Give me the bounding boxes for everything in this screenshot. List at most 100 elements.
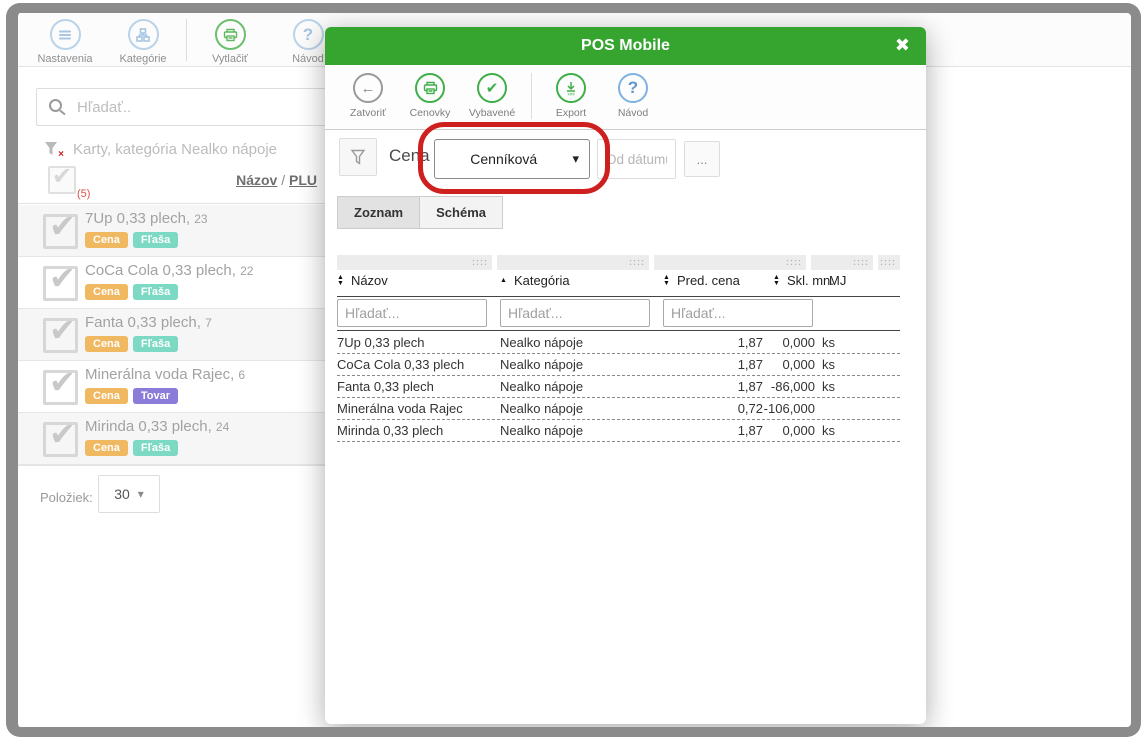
item-checkbox[interactable]: ✔ (43, 422, 78, 457)
modal-tool-done[interactable]: ✔ Vybavené (461, 73, 523, 119)
product-list: ✔ 7Up 0,33 plech, 23 Cena Fľaša (18, 205, 344, 465)
column-header-kategoria[interactable]: ▲ Kategória (500, 273, 570, 288)
sort-by-name-link[interactable]: Názov (236, 172, 277, 188)
item-checkbox[interactable]: ✔ (43, 318, 78, 353)
column-header-nazov[interactable]: ▲▼ Názov (337, 273, 388, 288)
toolbar-item-print[interactable]: Vytlačiť (191, 19, 269, 65)
table-row[interactable]: Mirinda 0,33 plech Nealko nápoje 1,87 0,… (337, 420, 900, 442)
modal-tabs: Zoznam Schéma (337, 196, 503, 229)
cell-stock: 0,000 (750, 357, 815, 372)
price-type-select[interactable]: Cenníková ▾ (434, 139, 590, 179)
filter-kategoria-input[interactable] (500, 299, 650, 327)
item-checkbox[interactable]: ✔ (43, 266, 78, 301)
page-size-select[interactable]: 30 ▾ (98, 475, 160, 513)
search-icon (47, 97, 67, 117)
item-name: 7Up 0,33 plech, (85, 210, 190, 227)
export-xml-icon: xml (556, 73, 586, 103)
printer-icon (415, 73, 445, 103)
toolbar-separator (186, 19, 187, 61)
column-resizer[interactable]: :::: (337, 255, 492, 270)
sort-icon[interactable]: ▲▼ (663, 275, 670, 287)
cell-unit: ks (822, 335, 835, 350)
price-filter-label: Cena (389, 146, 430, 166)
item-badge: Fľaša (133, 336, 178, 352)
item-plu: 6 (238, 368, 245, 382)
column-header-skl-mn[interactable]: ▲▼ Skl. mn. (773, 273, 834, 288)
cell-stock: 0,000 (750, 335, 815, 350)
column-header-pred-cena[interactable]: ▲▼ Pred. cena (663, 273, 740, 288)
funnel-filter-button[interactable] (339, 138, 377, 176)
cell-name: Minerálna voda Rajec (337, 401, 463, 416)
list-item[interactable]: ✔ Minerálna voda Rajec, 6 Cena Tovar (18, 361, 344, 413)
search-input[interactable] (75, 98, 305, 117)
toolbar-item-settings[interactable]: Nastavenia (26, 19, 104, 65)
item-badge: Fľaša (133, 284, 178, 300)
table-row[interactable]: CoCa Cola 0,33 plech Nealko nápoje 1,87 … (337, 354, 900, 376)
list-item[interactable]: ✔ 7Up 0,33 plech, 23 Cena Fľaša (18, 205, 344, 257)
toolbar-item-label: Kategórie (119, 53, 166, 65)
sort-icon[interactable]: ▲▼ (773, 275, 780, 287)
list-item[interactable]: ✔ Fanta 0,33 plech, 7 Cena Fľaša (18, 309, 344, 361)
cell-stock: 0,000 (750, 423, 815, 438)
tab-zoznam[interactable]: Zoznam (337, 196, 420, 229)
toolbar-item-label: Návod (292, 53, 324, 65)
modal-tool-close[interactable]: ← Zatvoriť (337, 73, 399, 119)
item-name: Fanta 0,33 plech, (85, 314, 201, 331)
cell-category: Nealko nápoje (500, 379, 583, 394)
list-item[interactable]: ✔ CoCa Cola 0,33 plech, 22 Cena Fľaša (18, 257, 344, 309)
column-resizer[interactable]: :::: (811, 255, 873, 270)
drag-handle-icon: :::: (629, 259, 645, 266)
screenshot-canvas: Nastavenia Kategórie Vytlačiť ? Návod (0, 0, 1146, 748)
sort-links: Názov / PLU (236, 172, 317, 188)
cell-price: 0,72 (663, 401, 763, 416)
cell-unit: ks (822, 357, 835, 372)
column-drag-strip: :::: :::: :::: :::: :::: (337, 255, 900, 270)
cell-name: 7Up 0,33 plech (337, 335, 424, 350)
item-checkbox[interactable]: ✔ (43, 214, 78, 249)
table-row[interactable]: 7Up 0,33 plech Nealko nápoje 1,87 0,000 … (337, 332, 900, 354)
item-checkbox[interactable]: ✔ (43, 370, 78, 405)
table-row[interactable]: Minerálna voda Rajec Nealko nápoje 0,72 … (337, 398, 900, 420)
toolbar-item-categories[interactable]: Kategórie (104, 19, 182, 65)
help-icon: ? (618, 73, 648, 103)
list-item[interactable]: ✔ Mirinda 0,33 plech, 24 Cena Fľaša (18, 413, 344, 465)
cell-price: 1,87 (663, 357, 763, 372)
sort-by-plu-link[interactable]: PLU (289, 172, 317, 188)
toolbar-separator (531, 73, 532, 119)
select-all-row: ✔ (5) Názov / PLU (18, 164, 344, 204)
pos-mobile-modal: POS Mobile ✖ ← Zatvoriť Cenovky ✔ Vybave… (325, 27, 926, 724)
cell-category: Nealko nápoje (500, 357, 583, 372)
cell-unit: ks (822, 423, 835, 438)
filter-clear-icon[interactable]: × (43, 140, 61, 158)
date-from-input[interactable] (597, 139, 676, 179)
select-all-checkbox[interactable]: ✔ (48, 166, 76, 194)
table-filter-row (337, 299, 900, 331)
sort-icon[interactable]: ▲▼ (337, 275, 344, 287)
close-icon[interactable]: ✖ (895, 35, 910, 55)
sidebar-search[interactable] (36, 88, 344, 126)
tab-schema[interactable]: Schéma (420, 196, 503, 229)
more-options-button[interactable]: ... (684, 141, 720, 177)
item-badge: Tovar (133, 388, 178, 404)
filter-cena-input[interactable] (663, 299, 813, 327)
check-icon: ✔ (477, 73, 507, 103)
filter-nazov-input[interactable] (337, 299, 487, 327)
column-resizer[interactable]: :::: (878, 255, 900, 270)
app-page: Nastavenia Kategórie Vytlačiť ? Návod (18, 13, 1131, 727)
modal-tool-help[interactable]: ? Návod (602, 73, 664, 119)
column-resizer[interactable]: :::: (497, 255, 649, 270)
modal-tool-export[interactable]: xml Export (540, 73, 602, 119)
help-icon: ? (293, 19, 324, 50)
toolbar-item-label: Nastavenia (37, 53, 92, 65)
table-row[interactable]: Fanta 0,33 plech Nealko nápoje 1,87 -86,… (337, 376, 900, 398)
column-resizer[interactable]: :::: (654, 255, 806, 270)
cell-category: Nealko nápoje (500, 335, 583, 350)
drag-handle-icon: :::: (853, 259, 869, 266)
modal-tool-pricetags[interactable]: Cenovky (399, 73, 461, 119)
sort-icon[interactable]: ▲ (500, 278, 507, 284)
drag-handle-icon: :::: (880, 259, 896, 266)
item-plu: 22 (240, 264, 253, 278)
item-name: Minerálna voda Rajec, (85, 366, 234, 383)
chevron-down-icon: ▾ (138, 487, 144, 501)
item-plu: 24 (216, 420, 229, 434)
